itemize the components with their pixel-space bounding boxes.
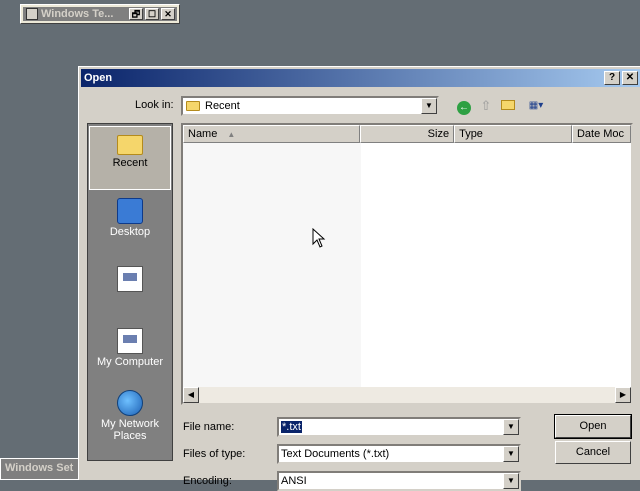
scroll-left-button[interactable]: ◀ [183, 387, 199, 403]
name-column-highlight [183, 143, 361, 387]
chevron-down-icon[interactable]: ▼ [421, 98, 437, 114]
place-network[interactable]: My Network Places [89, 386, 171, 456]
place-label: Recent [112, 157, 148, 169]
scrollbar-track[interactable] [199, 387, 615, 403]
place-label: My Network Places [100, 418, 160, 442]
place-desktop[interactable]: Desktop [89, 194, 171, 258]
encoding-value: ANSI [281, 475, 307, 487]
chevron-down-icon[interactable]: ▼ [503, 446, 519, 462]
place-label: My Computer [96, 356, 164, 368]
files-of-type-select[interactable]: Text Documents (*.txt) ▼ [277, 444, 521, 464]
up-folder-button[interactable]: ⇧ [477, 98, 495, 114]
file-list[interactable]: Name ▲ Size Type Date Moc ◀ ▶ [181, 123, 633, 405]
minimized-window[interactable]: Windows Te... 🗗 ☐ ✕ [20, 4, 180, 24]
new-folder-button[interactable] [499, 98, 517, 114]
column-label: Name [188, 128, 218, 140]
up-folder-icon: ⇧ [480, 98, 492, 113]
scroll-right-button[interactable]: ▶ [615, 387, 631, 403]
recent-folder-icon [117, 135, 143, 155]
encoding-select[interactable]: ANSI ▼ [277, 471, 521, 491]
column-header-size[interactable]: Size [359, 125, 455, 143]
place-recent[interactable]: Recent [89, 126, 171, 190]
my-computer-icon [117, 328, 143, 354]
mouse-cursor-icon [312, 227, 326, 251]
minimized-window-title: Windows Te... [41, 8, 114, 20]
minimized-window-titlebar[interactable]: Windows Te... 🗗 ☐ ✕ [23, 7, 177, 21]
file-name-input[interactable]: *.txt ▼ [277, 417, 521, 437]
look-in-combo[interactable]: Recent ▼ [181, 96, 439, 116]
taskbar-window-button[interactable]: Windows Set [0, 458, 80, 480]
look-in-label: Look in: [135, 99, 174, 111]
dialog-close-button[interactable]: ✕ [622, 71, 638, 85]
file-name-label: File name: [183, 421, 235, 433]
open-button[interactable]: Open [554, 414, 632, 439]
open-dialog: Open ? ✕ Look in: Recent ▼ ← ⇧ ▦▾ Recent… [78, 66, 640, 491]
chevron-down-icon[interactable]: ▼ [503, 473, 519, 489]
column-header-date[interactable]: Date Moc [571, 125, 631, 143]
place-my-documents[interactable] [89, 262, 171, 316]
folder-icon [186, 101, 200, 111]
cancel-button[interactable]: Cancel [555, 441, 631, 464]
back-arrow-icon: ← [457, 101, 471, 115]
views-menu-button[interactable]: ▦▾ [523, 98, 549, 114]
desktop-icon [117, 198, 143, 224]
place-my-computer[interactable]: My Computer [89, 324, 171, 382]
encoding-label: Encoding: [183, 475, 232, 487]
chevron-down-icon[interactable]: ▼ [503, 419, 519, 435]
network-icon [117, 390, 143, 416]
column-header-name[interactable]: Name ▲ [183, 125, 360, 143]
dialog-titlebar[interactable]: Open ? ✕ [81, 69, 640, 87]
file-list-header: Name ▲ Size Type Date Moc [183, 125, 631, 143]
files-of-type-value: Text Documents (*.txt) [281, 448, 390, 460]
file-name-value: *.txt [280, 420, 303, 434]
files-of-type-label: Files of type: [183, 448, 246, 460]
place-label: Desktop [109, 226, 151, 238]
horizontal-scrollbar[interactable]: ◀ ▶ [183, 387, 631, 403]
close-button[interactable]: ✕ [161, 8, 175, 20]
notepad-app-icon [26, 8, 38, 20]
look-in-value: Recent [205, 100, 240, 112]
maximize-button[interactable]: ☐ [145, 8, 159, 20]
back-button[interactable]: ← [455, 98, 473, 115]
help-button[interactable]: ? [604, 71, 620, 85]
places-bar: Recent Desktop My Computer My Network Pl… [87, 123, 173, 461]
views-icon: ▦▾ [528, 100, 544, 111]
restore-button[interactable]: 🗗 [129, 8, 143, 20]
dialog-title: Open [84, 72, 113, 84]
document-icon [117, 266, 143, 292]
new-folder-icon [501, 100, 515, 110]
sort-ascending-icon: ▲ [227, 130, 236, 139]
column-header-type[interactable]: Type [454, 125, 572, 143]
